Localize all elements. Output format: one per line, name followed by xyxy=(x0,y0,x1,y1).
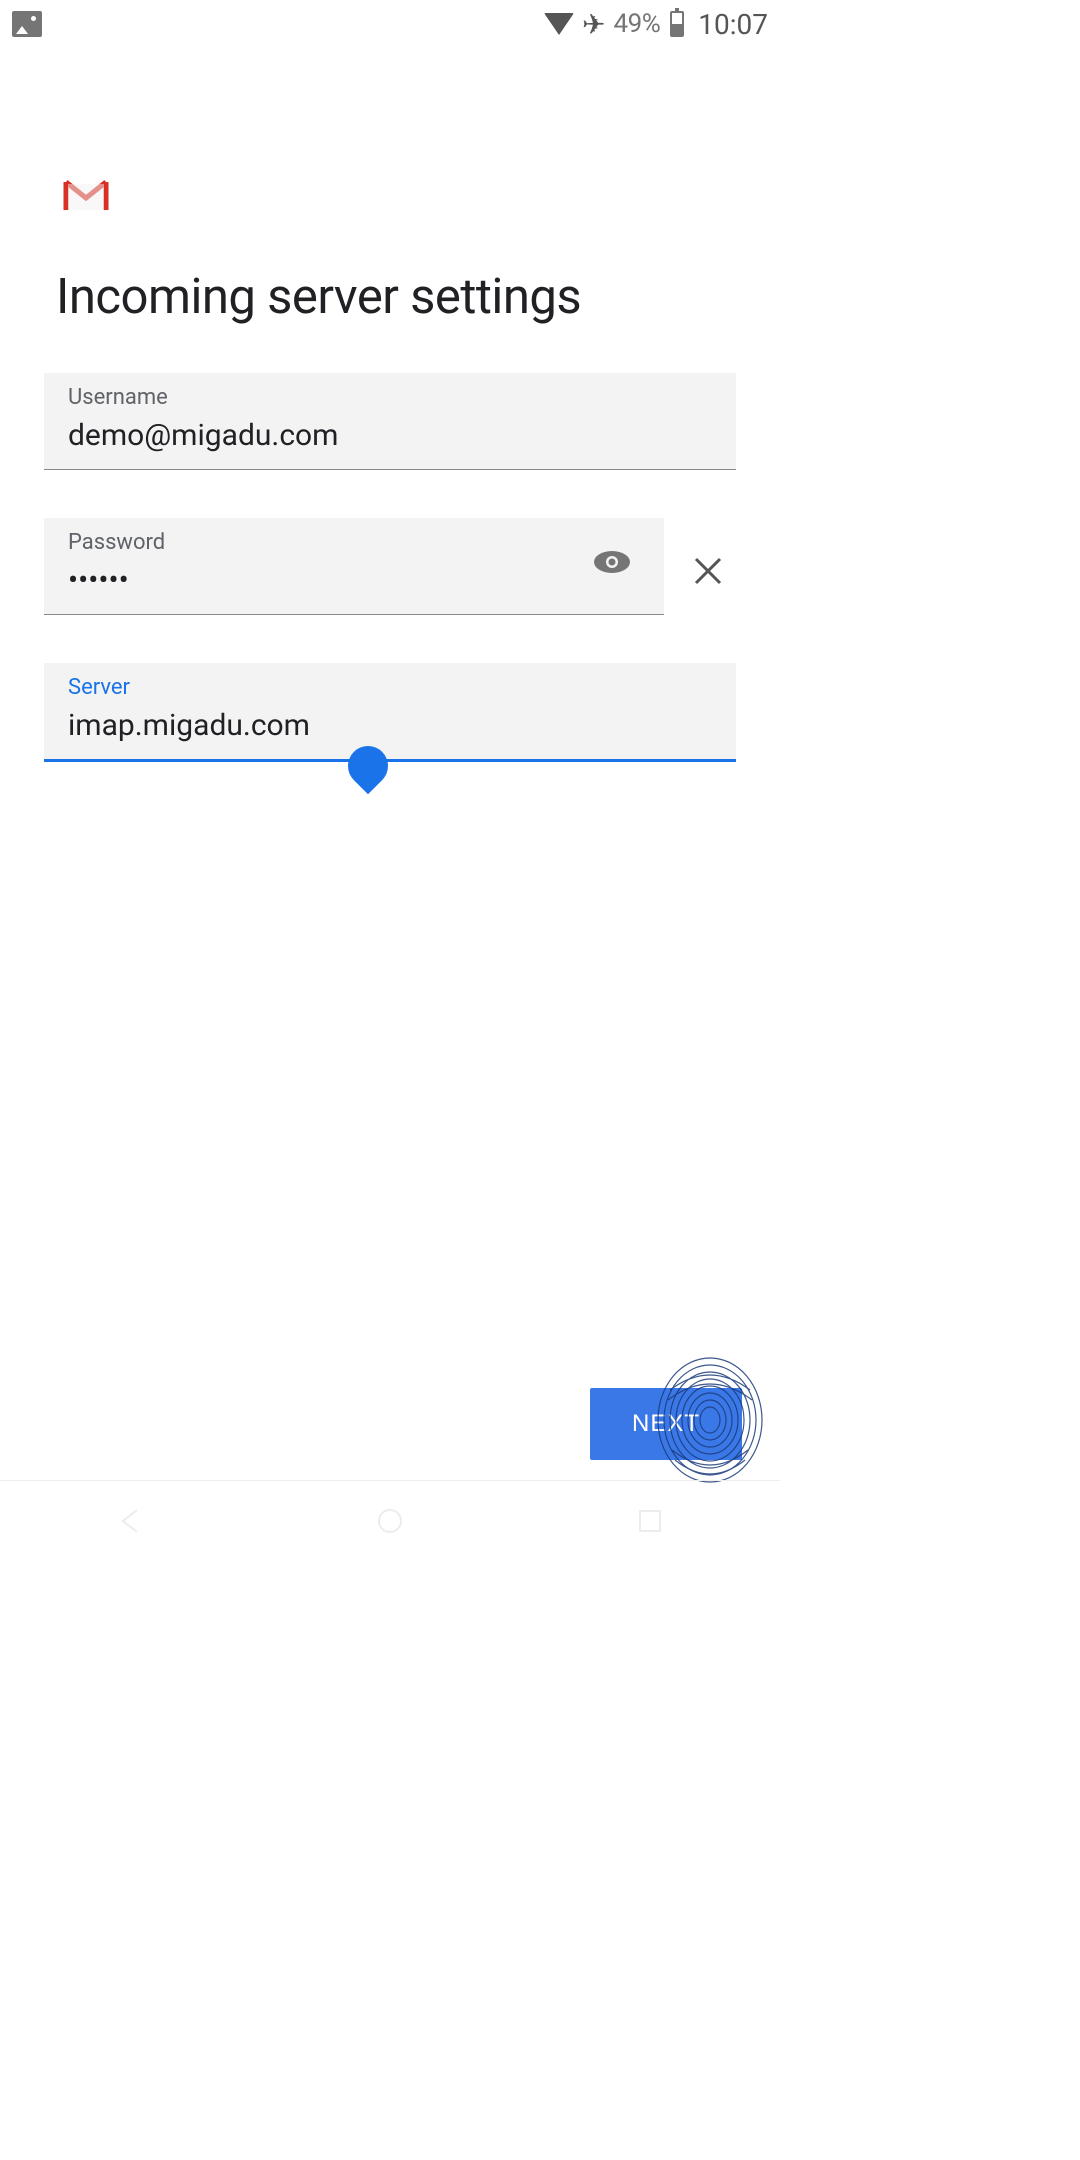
clear-password-icon[interactable] xyxy=(680,542,736,608)
notification-picture-icon xyxy=(12,11,42,37)
airplane-mode-icon: ✈ xyxy=(582,8,605,41)
battery-icon xyxy=(670,11,684,37)
back-nav-icon[interactable] xyxy=(115,1506,145,1536)
username-label: Username xyxy=(68,385,712,410)
username-input[interactable] xyxy=(68,418,712,453)
show-password-icon[interactable] xyxy=(584,540,640,588)
wifi-icon xyxy=(544,13,574,35)
recent-nav-icon[interactable] xyxy=(635,1506,665,1536)
clock: 10:07 xyxy=(698,8,768,41)
status-bar: ✈ 49% 10:07 xyxy=(0,0,780,48)
server-input[interactable] xyxy=(68,708,712,743)
gmail-logo-icon xyxy=(62,178,736,218)
server-label: Server xyxy=(68,675,712,700)
text-cursor-handle-icon[interactable] xyxy=(340,738,397,795)
password-label: Password xyxy=(68,530,584,555)
navigation-bar xyxy=(0,1480,780,1560)
next-button[interactable]: NEXT xyxy=(590,1388,742,1460)
server-field-container[interactable]: Server xyxy=(44,663,736,762)
password-input[interactable]: •••••• xyxy=(68,563,584,598)
battery-percent: 49% xyxy=(613,9,660,39)
page-title: Incoming server settings xyxy=(56,268,736,325)
username-field-container[interactable]: Username xyxy=(44,373,736,470)
home-nav-icon[interactable] xyxy=(375,1506,405,1536)
password-field-container[interactable]: Password •••••• xyxy=(44,518,664,615)
